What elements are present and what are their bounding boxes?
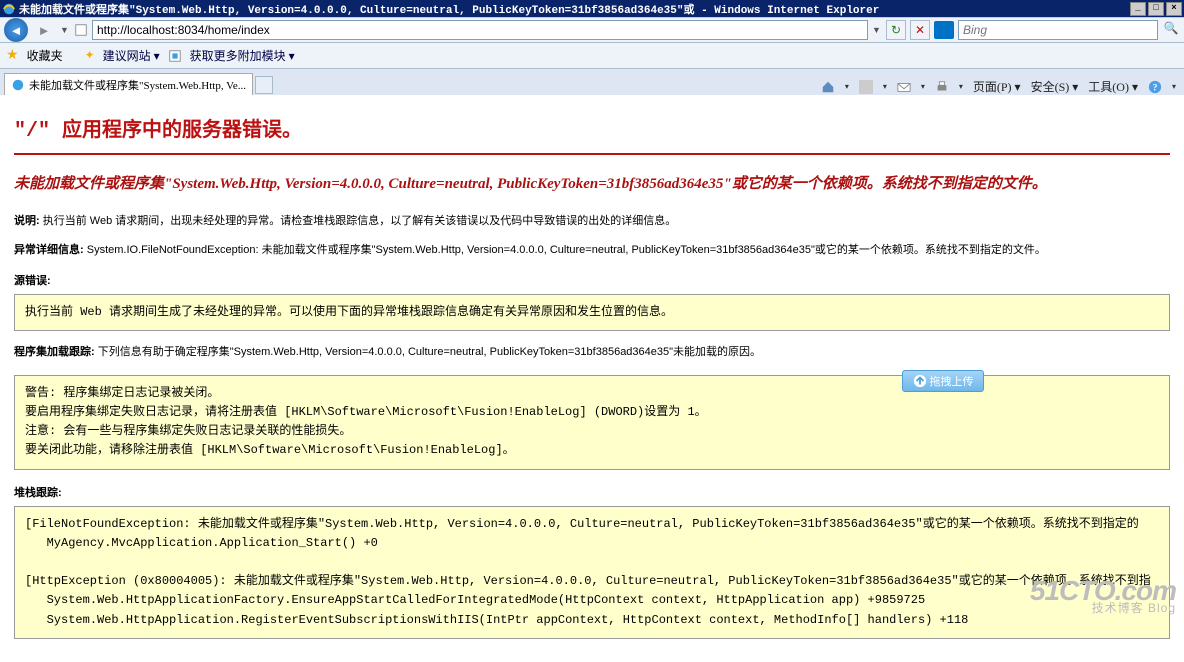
error-heading: "/" 应用程序中的服务器错误。 xyxy=(14,105,1170,153)
url-input[interactable] xyxy=(92,20,868,40)
address-bar: ◄ ► ▼ ▼ ↻ ✕ 🔍 xyxy=(0,17,1184,43)
maximize-button[interactable]: □ xyxy=(1148,2,1164,16)
error-page: "/" 应用程序中的服务器错误。 未能加载文件或程序集"System.Web.H… xyxy=(0,95,1184,662)
addon-icon xyxy=(168,49,182,63)
ie-logo-icon xyxy=(2,2,16,16)
home-icon[interactable] xyxy=(821,80,835,94)
watermark: 51CTO.com 技术博客 Blog xyxy=(1030,579,1176,613)
safety-menu[interactable]: 安全(S) ▾ xyxy=(1031,78,1079,95)
source-error-label: 源错误: xyxy=(14,272,1170,288)
favorites-star-icon[interactable]: ★ xyxy=(6,47,19,64)
close-button[interactable]: × xyxy=(1166,2,1182,16)
heading-divider xyxy=(14,153,1170,155)
upload-icon xyxy=(913,374,927,388)
source-error-box: 执行当前 Web 请求期间生成了未经处理的异常。可以使用下面的异常堆栈跟踪信息确… xyxy=(14,294,1170,331)
search-go-button[interactable]: 🔍 xyxy=(1162,21,1180,39)
exception-details-line: 异常详细信息: System.IO.FileNotFoundException:… xyxy=(14,243,1170,258)
favorites-label[interactable]: 收藏夹 xyxy=(27,47,63,64)
refresh-button[interactable]: ↻ xyxy=(886,20,906,40)
description-line: 说明: 执行当前 Web 请求期间，出现未经处理的异常。请检查堆栈跟踪信息，以了… xyxy=(14,214,1170,229)
back-button[interactable]: ◄ xyxy=(4,18,28,42)
bing-logo-icon xyxy=(934,21,954,39)
error-subheading: 未能加载文件或程序集"System.Web.Http, Version=4.0.… xyxy=(14,173,1170,196)
mail-icon[interactable] xyxy=(897,80,911,94)
url-dropdown[interactable]: ▼ xyxy=(872,25,882,35)
window-title: 未能加载文件或程序集"System.Web.Http, Version=4.0.… xyxy=(19,1,879,17)
svg-text:?: ? xyxy=(1153,82,1158,93)
drag-upload-button[interactable]: 拖拽上传 xyxy=(902,370,984,392)
forward-button[interactable]: ► xyxy=(32,18,56,42)
stack-trace-label: 堆栈跟踪: xyxy=(14,484,1170,500)
new-tab-button[interactable] xyxy=(255,76,273,94)
page-icon xyxy=(74,23,88,37)
page-menu[interactable]: 页面(P) ▾ xyxy=(973,78,1021,95)
active-tab[interactable]: 未能加载文件或程序集"System.Web.Http, Ve... xyxy=(4,73,253,95)
feeds-icon[interactable] xyxy=(859,80,873,94)
ie-page-icon xyxy=(11,78,25,92)
tab-strip: 未能加载文件或程序集"System.Web.Http, Ve... ▾ ▾ ▾ … xyxy=(0,69,1184,95)
tab-title: 未能加载文件或程序集"System.Web.Http, Ve... xyxy=(29,77,246,93)
assembly-load-box: 警告: 程序集绑定日志记录被关闭。 要启用程序集绑定失败日志记录，请将注册表值 … xyxy=(14,375,1170,470)
minimize-button[interactable]: _ xyxy=(1130,2,1146,16)
nav-history-dropdown[interactable]: ▼ xyxy=(60,25,70,35)
get-addons-link[interactable]: 获取更多附加模块 ▾ xyxy=(190,47,295,64)
command-bar: ▾ ▾ ▾ ▾ 页面(P) ▾ 安全(S) ▾ 工具(O) ▾ ?▾ xyxy=(813,78,1184,95)
favorites-bar: ★ 收藏夹 ✦ 建议网站 ▾ 获取更多附加模块 ▾ xyxy=(0,43,1184,69)
print-icon[interactable] xyxy=(935,80,949,94)
suggested-star-icon: ✦ xyxy=(85,48,95,63)
search-input[interactable] xyxy=(958,20,1158,40)
assembly-load-trace-line: 程序集加载跟踪: 下列信息有助于确定程序集"System.Web.Http, V… xyxy=(14,345,1170,360)
suggested-sites-link[interactable]: 建议网站 ▾ xyxy=(103,47,160,64)
help-icon[interactable]: ? xyxy=(1148,80,1162,94)
stop-button[interactable]: ✕ xyxy=(910,20,930,40)
tools-menu[interactable]: 工具(O) ▾ xyxy=(1088,78,1138,95)
window-titlebar: 未能加载文件或程序集"System.Web.Http, Version=4.0.… xyxy=(0,0,1184,17)
